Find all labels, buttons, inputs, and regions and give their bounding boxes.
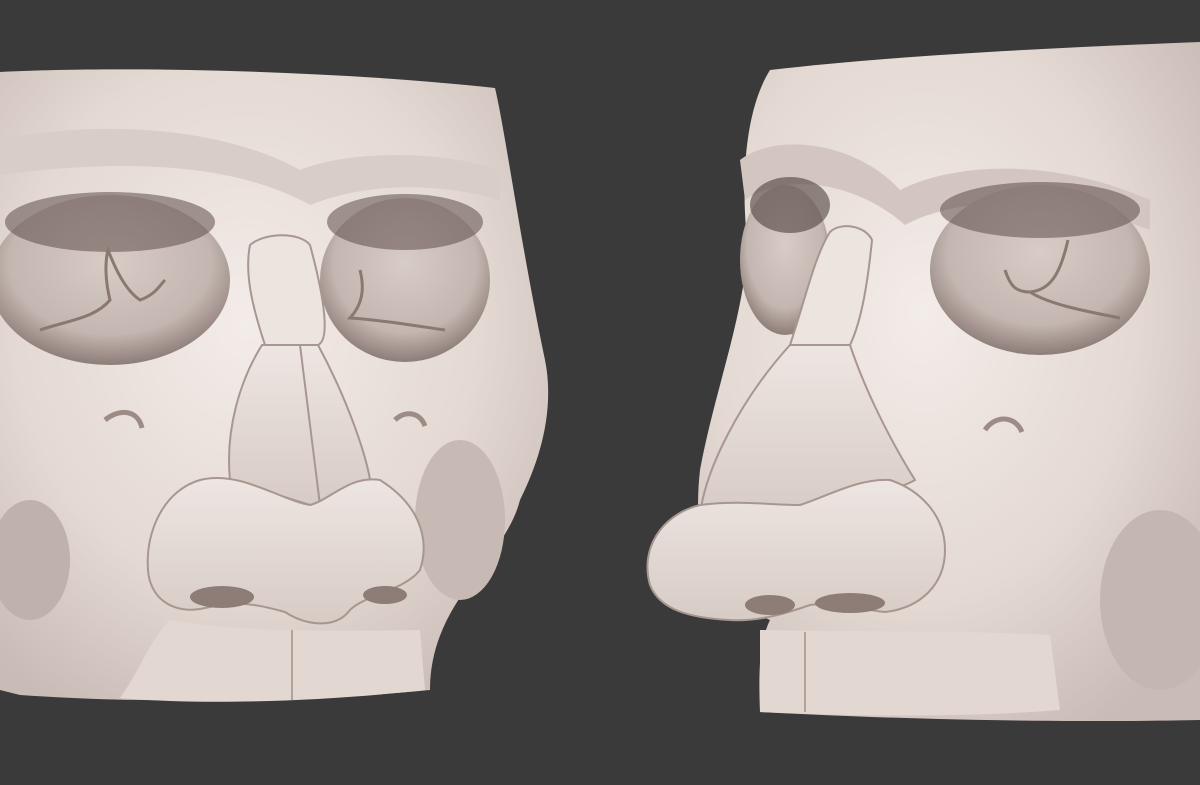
skull-three-quarter-view bbox=[646, 42, 1200, 722]
skull-front-maxilla bbox=[120, 620, 425, 702]
render-viewport bbox=[0, 0, 1200, 785]
skull-front-nostril-right bbox=[363, 586, 407, 604]
skull-tq-nostril-far bbox=[745, 595, 795, 615]
skull-front-orbit-left-shadow bbox=[5, 192, 215, 252]
skull-front-nostril-left bbox=[190, 586, 254, 608]
skull-front-view bbox=[0, 69, 549, 702]
skull-tq-nostril-near bbox=[815, 593, 885, 613]
skull-tq-orbit-far-shadow bbox=[750, 177, 830, 233]
skull-front-orbit-right-shadow bbox=[327, 194, 483, 250]
sculpt-render bbox=[0, 42, 1200, 722]
skull-front-cheek-right-shadow bbox=[415, 440, 505, 600]
skull-tq-orbit-near-shadow bbox=[940, 182, 1140, 238]
